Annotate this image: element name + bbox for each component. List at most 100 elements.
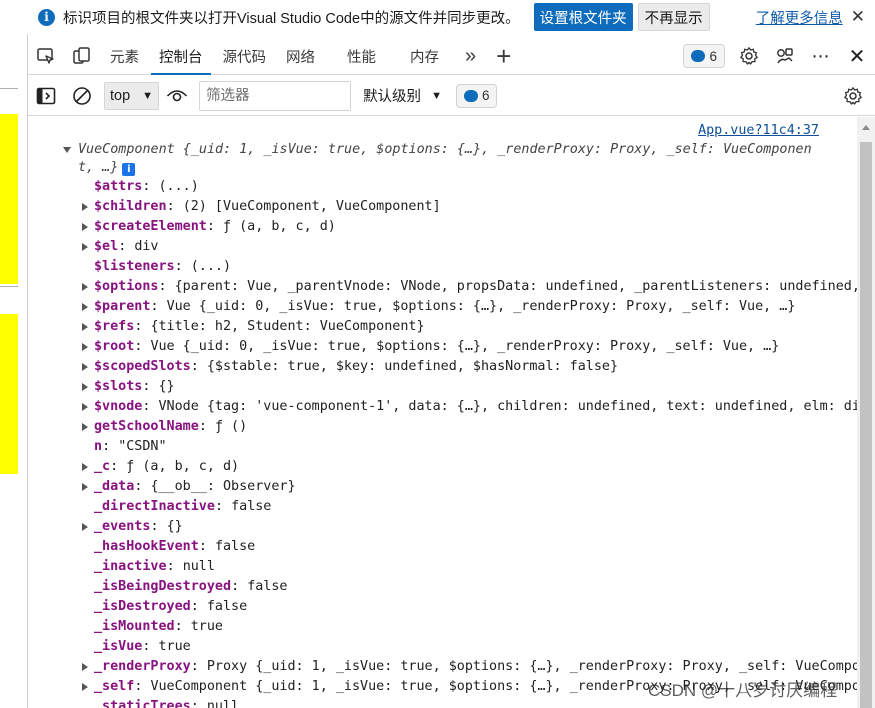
show-sidebar-icon[interactable]: [28, 76, 64, 116]
expand-arrow-icon[interactable]: [82, 243, 88, 251]
learn-more-link[interactable]: 了解更多信息: [756, 7, 843, 28]
tab-performance[interactable]: 性能: [325, 38, 398, 75]
highlight-block: [0, 114, 18, 284]
watermark: CSDN @十八岁讨厌编程: [648, 681, 838, 700]
property-row[interactable]: $slots: {}: [28, 377, 857, 397]
expand-arrow-icon[interactable]: [82, 223, 88, 231]
property-key: _renderProxy: [94, 659, 191, 674]
logged-object-header[interactable]: VueComponent {_uid: 1, _isVue: true, $op…: [63, 141, 823, 177]
expand-arrow-icon[interactable]: [82, 203, 88, 211]
expand-arrow-icon[interactable]: [63, 147, 71, 153]
tab-memory[interactable]: 内存: [398, 38, 451, 75]
expand-arrow-icon[interactable]: [82, 323, 88, 331]
property-row[interactable]: $children: (2) [VueComponent, VueCompone…: [28, 197, 857, 217]
property-key: $scopedSlots: [94, 359, 191, 374]
clear-console-icon[interactable]: [64, 76, 100, 116]
property-row[interactable]: _renderProxy: Proxy {_uid: 1, _isVue: tr…: [28, 657, 857, 677]
property-row[interactable]: $root: Vue {_uid: 0, _isVue: true, $opti…: [28, 337, 857, 357]
tab-network[interactable]: 网络: [276, 38, 325, 75]
property-value: {}: [158, 379, 175, 394]
vertical-scrollbar[interactable]: [857, 117, 875, 708]
live-expression-eye-icon[interactable]: [159, 76, 195, 116]
expand-arrow-icon[interactable]: [82, 283, 88, 291]
key-separator: :: [142, 399, 159, 414]
property-key: _isMounted: [94, 619, 175, 634]
settings-gear-icon[interactable]: [731, 38, 767, 75]
property-row: _isVue: true: [28, 637, 857, 657]
issues-count: 6: [709, 48, 717, 64]
set-root-folder-button[interactable]: 设置根文件夹: [533, 3, 633, 31]
inspect-element-icon[interactable]: [28, 38, 64, 75]
expand-arrow-icon[interactable]: [82, 663, 88, 671]
tab-sources[interactable]: 源代码: [213, 38, 277, 75]
key-separator: :: [134, 679, 151, 694]
expand-arrow-icon[interactable]: [82, 403, 88, 411]
more-options-icon[interactable]: ⋯: [803, 38, 839, 75]
log-level-select[interactable]: 默认级别 ▼: [363, 85, 442, 106]
filter-input[interactable]: [199, 80, 352, 111]
key-separator: :: [231, 579, 248, 594]
source-link[interactable]: App.vue?11c4:37: [698, 123, 819, 138]
property-row: $attrs: (...): [28, 177, 857, 197]
expand-arrow-icon[interactable]: [82, 383, 88, 391]
issues-badge-toolbar[interactable]: 6: [455, 83, 498, 108]
key-separator: :: [166, 199, 183, 214]
key-separator: :: [142, 379, 159, 394]
key-separator: :: [158, 279, 175, 294]
expand-arrow-icon[interactable]: [82, 343, 88, 351]
connected-devices-icon[interactable]: [767, 38, 803, 75]
key-separator: :: [118, 239, 135, 254]
expand-arrow-icon[interactable]: [82, 483, 88, 491]
property-row[interactable]: $createElement: ƒ (a, b, c, d): [28, 217, 857, 237]
tab-console[interactable]: 控制台: [149, 38, 213, 75]
dont-show-again-button[interactable]: 不再显示: [637, 3, 710, 31]
tab-elements[interactable]: 元素: [100, 38, 149, 75]
property-row[interactable]: $el: div: [28, 237, 857, 257]
property-row: _isDestroyed: false: [28, 597, 857, 617]
device-emulation-icon[interactable]: [64, 38, 100, 75]
property-row[interactable]: $options: {parent: Vue, _parentVnode: VN…: [28, 277, 857, 297]
property-value: false: [206, 599, 248, 614]
context-value: top: [110, 87, 131, 104]
property-key: n: [94, 439, 103, 454]
expand-arrow-icon[interactable]: [82, 423, 88, 431]
more-tabs-icon[interactable]: »: [451, 38, 490, 75]
message-icon: [463, 89, 478, 102]
close-icon[interactable]: ✕: [851, 7, 865, 27]
context-select[interactable]: top ▼: [104, 81, 160, 110]
property-row: _hasHookEvent: false: [28, 537, 857, 557]
key-separator: :: [198, 539, 215, 554]
scroll-up-icon[interactable]: [862, 125, 870, 130]
info-icon: i: [38, 8, 55, 26]
property-value: ƒ (a, b, c, d): [223, 219, 336, 234]
property-key: _isVue: [94, 639, 143, 654]
expand-arrow-icon[interactable]: [82, 463, 88, 471]
expand-arrow-icon[interactable]: [82, 523, 88, 531]
property-row[interactable]: $vnode: VNode {tag: 'vue-component-1', d…: [28, 397, 857, 417]
property-value: false: [214, 539, 256, 554]
issues-badge[interactable]: 6: [683, 44, 725, 68]
property-row[interactable]: $parent: Vue {_uid: 0, _isVue: true, $op…: [28, 297, 857, 317]
console-settings-gear-icon[interactable]: [835, 76, 871, 116]
property-row[interactable]: _data: {__ob__: Observer}: [28, 477, 857, 497]
key-separator: :: [198, 419, 215, 434]
property-row[interactable]: $scopedSlots: {$stable: true, $key: unde…: [28, 357, 857, 377]
property-value: VNode {tag: 'vue-component-1', data: {…}…: [158, 399, 858, 414]
property-row[interactable]: _events: {}: [28, 517, 857, 537]
key-separator: :: [166, 559, 183, 574]
add-tab-icon[interactable]: +: [490, 38, 517, 75]
property-row[interactable]: getSchoolName: ƒ (): [28, 417, 857, 437]
expand-arrow-icon[interactable]: [82, 683, 88, 691]
info-message: 标识项目的根文件夹以打开Visual Studio Code中的源文件并同步更改…: [63, 10, 520, 27]
key-separator: :: [190, 659, 207, 674]
devtools-window: i 标识项目的根文件夹以打开Visual Studio Code中的源文件并同步…: [0, 0, 875, 708]
property-key: $refs: [94, 319, 135, 334]
property-value: {parent: Vue, _parentVnode: VNode, props…: [174, 279, 857, 294]
info-icon[interactable]: i: [122, 163, 136, 176]
scrollbar-thumb[interactable]: [860, 142, 872, 708]
property-row[interactable]: $refs: {title: h2, Student: VueComponent…: [28, 317, 857, 337]
expand-arrow-icon[interactable]: [82, 363, 88, 371]
expand-arrow-icon[interactable]: [82, 303, 88, 311]
property-row[interactable]: _c: ƒ (a, b, c, d): [28, 457, 857, 477]
close-devtools-icon[interactable]: ✕: [839, 38, 875, 75]
